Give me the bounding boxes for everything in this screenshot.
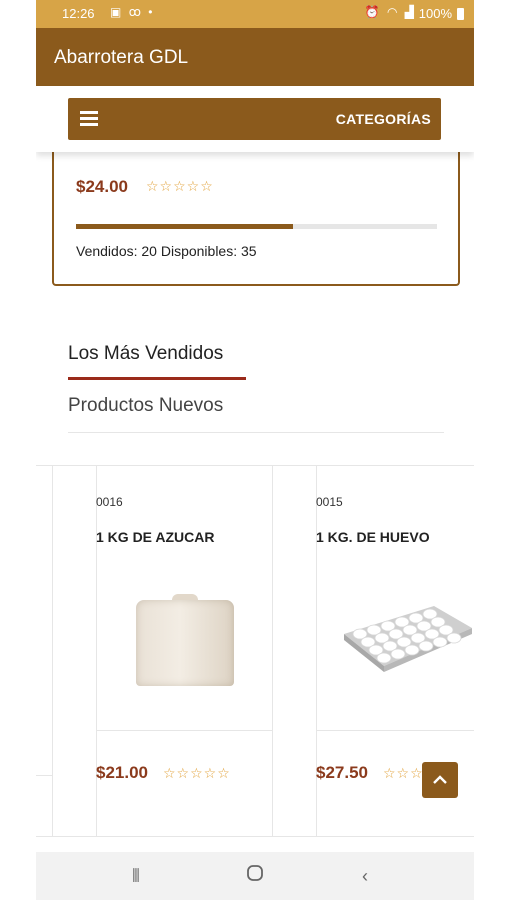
featured-price: $24.00 (76, 177, 128, 196)
app-screen: 12:26 ▣ ꝏ • ⏰ ◠ ▟ 100% Abarrotera GDL $2… (36, 0, 474, 900)
signal-icon: ▟ (404, 5, 416, 19)
featured-rating-stars: ☆☆☆☆☆ (146, 178, 214, 194)
app-title: Abarrotera GDL (54, 47, 189, 68)
product-price: $27.50 (316, 763, 368, 782)
categories-label[interactable]: CATEGORÍAS (336, 111, 431, 127)
grid-line (52, 465, 53, 836)
tab-best-sellers[interactable]: Los Más Vendidos (68, 343, 223, 365)
scroll-to-top-button[interactable] (422, 762, 458, 798)
image-icon: ▣ (110, 5, 124, 19)
voicemail-icon: ꝏ (128, 5, 143, 19)
system-icons: ⏰ ◠ ▟ (365, 5, 416, 19)
grid-line (36, 775, 52, 776)
chevron-up-icon (433, 775, 447, 784)
sold-progress-fill (76, 224, 293, 229)
alarm-icon: ⏰ (364, 5, 382, 19)
app-bar: Abarrotera GDL (36, 28, 474, 86)
grid-line (36, 465, 474, 466)
product-code: 0016 (96, 495, 123, 509)
grid-line (272, 465, 273, 836)
notification-icons: ▣ ꝏ • (110, 5, 154, 19)
product-rating-stars: ☆☆☆☆☆ (163, 765, 231, 781)
egg-tray-image[interactable] (338, 600, 474, 672)
category-bar[interactable]: CATEGORÍAS (68, 98, 441, 140)
system-navigation-bar: ⦀ ‹ (36, 852, 474, 900)
home-icon[interactable] (246, 864, 264, 887)
battery-level: 100% (418, 6, 452, 21)
sold-available-text: Vendidos: 20 Disponibles: 35 (76, 243, 257, 259)
tab-divider (68, 432, 444, 433)
tab-new-products[interactable]: Productos Nuevos (68, 395, 223, 417)
menu-icon[interactable] (80, 111, 98, 127)
dot-icon: • (148, 5, 155, 19)
product-name[interactable]: 1 KG. DE HUEVO (316, 529, 430, 545)
grid-line (36, 836, 474, 837)
status-bar: 12:26 ▣ ꝏ • ⏰ ◠ ▟ 100% (36, 0, 474, 28)
featured-product-card[interactable]: $24.00 ☆☆☆☆☆ Vendidos: 20 Disponibles: 3… (52, 140, 460, 286)
category-bar-wrapper: CATEGORÍAS (36, 86, 474, 152)
product-name[interactable]: 1 KG DE AZUCAR (96, 529, 215, 545)
recent-apps-icon[interactable]: ⦀ (132, 866, 140, 887)
battery-icon (457, 8, 464, 20)
product-price: $21.00 (96, 763, 148, 782)
product-code: 0015 (316, 495, 343, 509)
sold-progress-bar (76, 224, 437, 229)
grid-line (316, 730, 474, 731)
sugar-bag-image[interactable] (136, 594, 234, 686)
status-time: 12:26 (62, 6, 95, 21)
wifi-icon: ◠ (386, 5, 400, 19)
active-tab-indicator (68, 377, 246, 380)
grid-line (96, 730, 272, 731)
back-icon[interactable]: ‹ (362, 866, 368, 887)
